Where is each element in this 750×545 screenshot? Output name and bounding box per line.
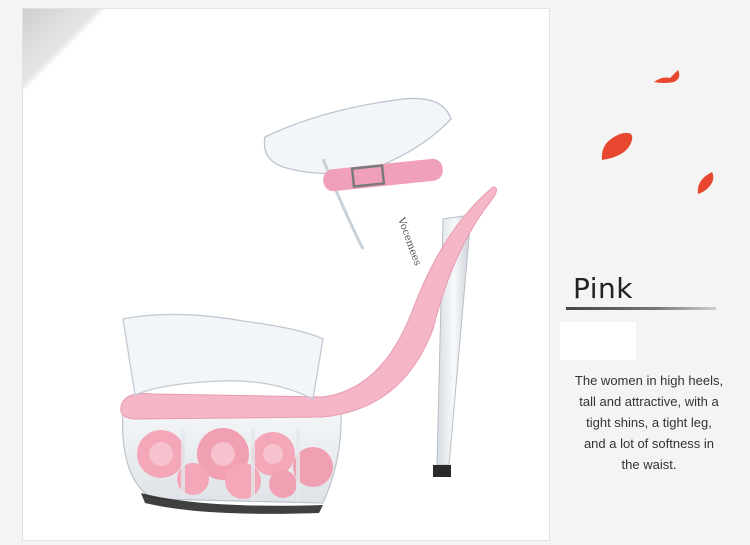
front-strap <box>122 313 324 400</box>
white-swatch <box>560 322 636 360</box>
petal-icon <box>697 172 714 194</box>
color-name: Pink <box>573 272 634 305</box>
heel-tip <box>433 465 451 477</box>
brand-imprint: Vocemees <box>395 215 423 267</box>
petal-icon <box>601 132 633 160</box>
product-description: The women in high heels, tall and attrac… <box>574 373 724 472</box>
product-photo: Vocemees <box>22 8 550 541</box>
sandal-illustration: Vocemees <box>120 97 497 514</box>
petal-icon <box>654 70 680 83</box>
title-underline <box>566 307 716 310</box>
